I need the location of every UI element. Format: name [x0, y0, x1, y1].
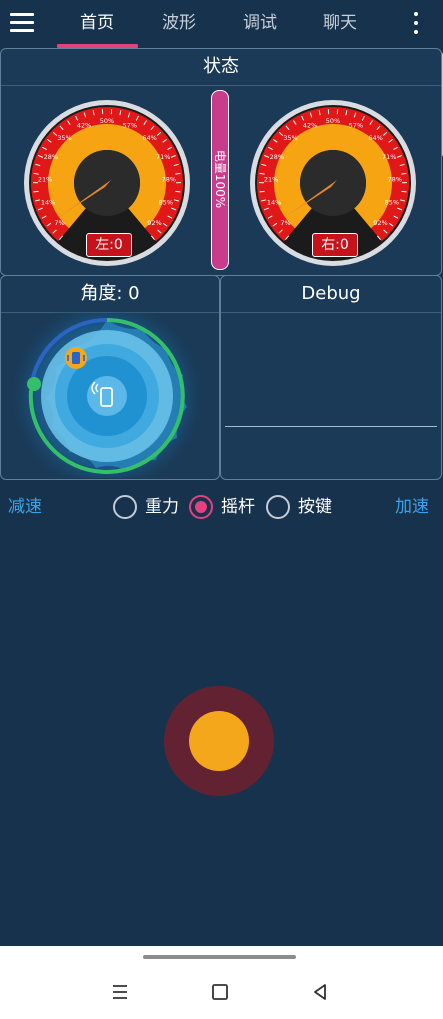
gauge-tick-label: 21% [38, 175, 52, 183]
direction-wheel[interactable] [1, 312, 219, 478]
recent-apps-icon[interactable] [110, 982, 130, 1002]
joystick-knob[interactable] [189, 711, 249, 771]
joystick-label[interactable]: 摇杆 [221, 490, 255, 524]
debug-title: Debug [221, 276, 441, 313]
left-gauge-label: 左:0 [86, 233, 132, 257]
home-icon[interactable] [210, 982, 230, 1002]
gauge-tick-label: 57% [123, 121, 137, 129]
back-icon[interactable] [310, 982, 330, 1002]
menu-icon[interactable] [8, 10, 36, 36]
gauge-tick-label: 71% [382, 153, 396, 161]
top-app-bar: 首页 波形 调试 聊天 [0, 0, 443, 48]
gauge-tick-label: 78% [388, 175, 402, 183]
debug-divider [225, 426, 437, 427]
gauge-tick [401, 190, 407, 193]
gauge-tick-label: 78% [162, 175, 176, 183]
system-nav-bar [0, 946, 443, 1019]
battery-label: 电量100% [213, 149, 227, 209]
right-gauge-label: 右:0 [312, 233, 358, 257]
tab-debug[interactable]: 调试 [220, 0, 300, 46]
gesture-handle[interactable] [143, 955, 296, 959]
gauge-tick [259, 190, 265, 193]
right-speed-gauge: 7% 14% 21% 28% 35% 42% 50% 57% 64% 71% 78% 85% 92% 右… [249, 99, 417, 267]
status-panel: 状态 7% 14% 21% 28% 35% 42% 50% 57% 64% 71% 78% 85% 92… [0, 48, 442, 276]
control-mode-row: 减速 重力 摇杆 按键 加速 [0, 490, 443, 524]
joystick-radio[interactable] [189, 495, 213, 519]
gauge-tick-label: 92% [147, 219, 161, 227]
gauge-tick-label: 64% [368, 134, 382, 142]
gauge-tick [175, 190, 181, 193]
gauge-tick [259, 172, 265, 175]
button-label[interactable]: 按键 [298, 490, 332, 524]
debug-panel: Debug [220, 275, 442, 480]
angle-title: 角度: 0 [1, 276, 219, 313]
left-speed-gauge: 7% 14% 21% 28% 35% 42% 50% 57% 64% 71% 78% 85% 92% 左… [23, 99, 191, 267]
gauge-tick-label: 85% [385, 199, 399, 207]
gauge-tick-label: 50% [326, 117, 340, 125]
gauge-tick-label: 7% [54, 219, 64, 227]
gauge-tick-label: 42% [77, 121, 91, 129]
gauge-tick-label: 14% [267, 199, 281, 207]
gauge-tick [33, 190, 39, 193]
gauge-tick [175, 172, 181, 175]
gauge-tick-label: 28% [44, 153, 58, 161]
tab-waveform[interactable]: 波形 [139, 0, 219, 46]
gauge-tick-label: 14% [41, 199, 55, 207]
joystick-base[interactable] [164, 686, 274, 796]
phone-wifi-icon[interactable] [87, 376, 127, 416]
vibrate-icon[interactable] [65, 347, 87, 369]
button-radio[interactable] [266, 495, 290, 519]
gauge-tick-label: 64% [142, 134, 156, 142]
gauge-tick-label: 42% [303, 121, 317, 129]
gauge-tick-label: 21% [264, 175, 278, 183]
gauge-tick-label: 28% [270, 153, 284, 161]
gauge-tick-label: 71% [156, 153, 170, 161]
gauge-tick-label: 85% [159, 199, 173, 207]
slow-down-button[interactable]: 减速 [8, 490, 42, 524]
gauge-tick-label: 7% [280, 219, 290, 227]
battery-bar: 电量100% [211, 90, 229, 270]
tab-chat[interactable]: 聊天 [300, 0, 380, 46]
angle-panel: 角度: 0 [0, 275, 220, 480]
status-title: 状态 [1, 49, 441, 86]
gauge-tick-label: 35% [57, 134, 71, 142]
gauge-tick [33, 172, 39, 175]
gauge-tick [401, 172, 407, 175]
more-vert-icon[interactable] [404, 10, 428, 38]
speed-up-button[interactable]: 加速 [395, 490, 429, 524]
gauge-tick-label: 57% [349, 121, 363, 129]
tab-home[interactable]: 首页 [57, 0, 137, 46]
gauge-tick-label: 50% [100, 117, 114, 125]
gravity-radio[interactable] [113, 495, 137, 519]
gravity-label[interactable]: 重力 [145, 490, 179, 524]
gauge-tick-label: 92% [373, 219, 387, 227]
gauge-tick-label: 35% [283, 134, 297, 142]
